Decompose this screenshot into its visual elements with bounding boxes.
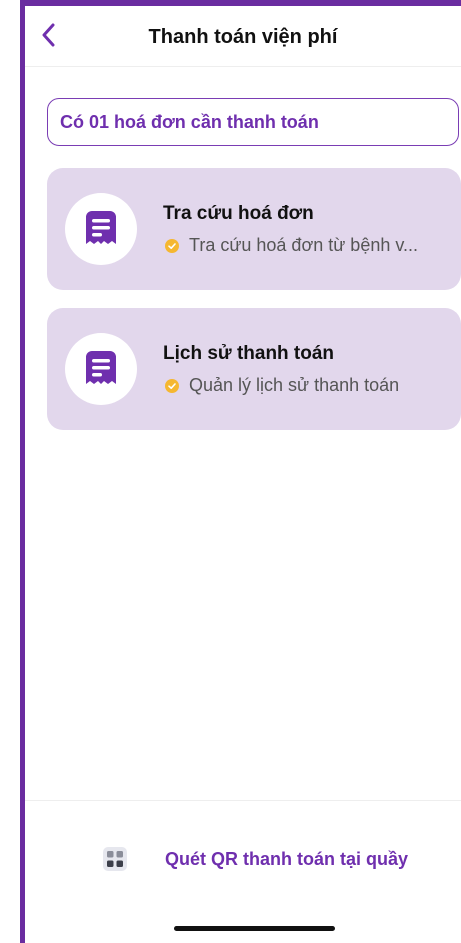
menu-item-payment-history[interactable]: Lịch sử thanh toán Quản lý lịch sử thanh… [47,308,461,430]
check-badge-icon [165,238,179,253]
check-badge-icon [165,378,179,393]
unpaid-invoice-notice[interactable]: Có 01 hoá đơn cần thanh toán [47,98,459,146]
receipt-icon [86,211,116,244]
menu-icon-circle [65,193,137,265]
scan-qr-label: Quét QR thanh toán tại quầy [165,848,409,869]
menu-item-title: Tra cứu hoá đơn [163,203,314,224]
scan-qr-button[interactable]: Quét QR thanh toán tại quầy [103,844,408,874]
menu-icon-circle [65,333,137,405]
qr-code-icon [103,847,127,871]
menu-item-title: Lịch sử thanh toán [163,343,335,364]
home-indicator [174,926,335,931]
menu-item-subtitle: Quản lý lịch sử thanh toán [165,375,399,396]
receipt-icon [86,351,116,384]
menu-item-subtitle-text: Quản lý lịch sử thanh toán [189,375,400,395]
chevron-left-icon [42,23,55,47]
menu-item-subtitle: Tra cứu hoá đơn từ bệnh v... [165,235,418,256]
back-button[interactable] [35,20,61,50]
header-bar: Thanh toán viện phí [25,6,461,67]
menu-item-invoice-lookup[interactable]: Tra cứu hoá đơn Tra cứu hoá đơn từ bệnh … [47,168,461,290]
menu-item-subtitle-text: Tra cứu hoá đơn từ bệnh v... [189,235,419,255]
notice-text: Có 01 hoá đơn cần thanh toán [60,112,319,132]
screen: Thanh toán viện phí Có 01 hoá đơn cần th… [25,6,461,943]
page-title: Thanh toán viện phí [148,26,338,48]
bottom-divider [25,800,461,801]
